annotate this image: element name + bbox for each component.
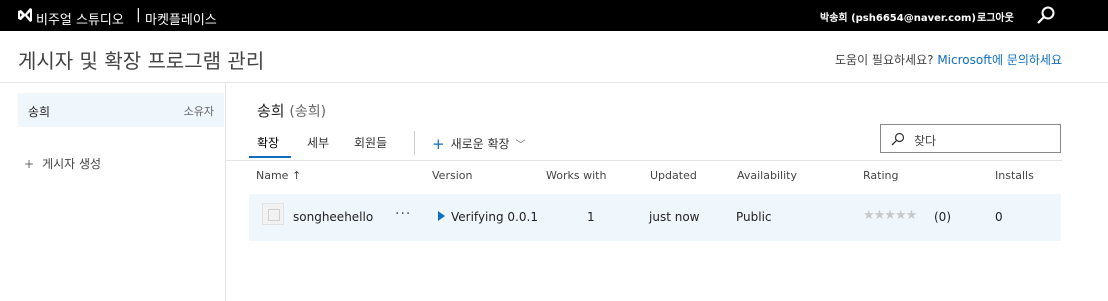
publisher-role: 소유자 <box>183 105 214 118</box>
tab-extensions[interactable]: 확장 <box>257 134 279 151</box>
extension-version[interactable]: Verifying 0.0.1 <box>438 210 538 224</box>
plus-icon: + <box>24 157 35 171</box>
version-label: Verifying 0.0.1 <box>451 210 538 224</box>
search-placeholder: 찾다 <box>914 134 937 148</box>
create-publisher-button[interactable]: + 게시자 생성 <box>24 155 101 172</box>
updated-time: just now <box>649 210 700 224</box>
new-extension-button[interactable]: + 새로운 확장 ﹀ <box>432 134 526 153</box>
tab-divider <box>414 131 415 155</box>
publisher-name: 송희 <box>28 105 51 119</box>
column-header-rating[interactable]: Rating <box>863 169 898 182</box>
column-header-updated[interactable]: Updated <box>650 169 697 182</box>
column-header-works-with[interactable]: Works with <box>546 169 606 182</box>
works-with-count: 1 <box>587 210 595 224</box>
chevron-down-icon: ﹀ <box>515 140 526 151</box>
brand-label[interactable]: 비주얼 스튜디오 <box>36 9 124 28</box>
extension-search-input[interactable]: 찾다 <box>880 124 1061 153</box>
publisher-heading: 송희 (송희) <box>257 100 326 121</box>
publisher-heading-id: (송희) <box>289 104 327 120</box>
more-options-icon[interactable]: ··· <box>395 206 411 222</box>
plus-icon: + <box>432 135 445 153</box>
contact-microsoft-link[interactable]: Microsoft에 문의하세요 <box>937 53 1062 67</box>
brand-separator: | <box>136 7 141 23</box>
new-extension-label: 새로운 확장 <box>450 137 510 151</box>
column-header-version[interactable]: Version <box>432 169 472 182</box>
rating-stars-icon: ★★★★★ <box>863 208 917 223</box>
visual-studio-logo-icon[interactable] <box>17 7 33 23</box>
rating-count: (0) <box>934 210 951 224</box>
top-bar: 비주얼 스튜디오 | 마켓플레이스 박송희 (psh6654@naver.com… <box>0 0 1108 31</box>
extension-name[interactable]: songheehello <box>293 210 373 224</box>
search-icon[interactable] <box>1036 5 1056 25</box>
column-header-name[interactable]: Name ↑ <box>256 169 301 182</box>
publisher-sidebar: 송희 소유자 + 게시자 생성 <box>0 83 226 301</box>
search-icon <box>891 132 905 146</box>
tab-details[interactable]: 세부 <box>307 134 329 151</box>
create-publisher-label: 게시자 생성 <box>42 157 102 171</box>
column-header-installs[interactable]: Installs <box>995 169 1034 182</box>
sidebar-item-publisher[interactable]: 송희 소유자 <box>18 93 224 127</box>
installs-count: 0 <box>995 210 1003 224</box>
play-icon <box>438 211 445 221</box>
table-row[interactable]: songheehello ··· Verifying 0.0.1 1 just … <box>249 194 1061 241</box>
column-header-availability[interactable]: Availability <box>737 169 797 182</box>
tab-members[interactable]: 회원들 <box>354 134 387 151</box>
active-tab-indicator <box>249 156 291 158</box>
user-account[interactable]: 박송희 (psh6654@naver.com) <box>820 9 976 24</box>
publisher-heading-name: 송희 <box>257 102 285 120</box>
help-prefix: 도움이 필요하세요? <box>835 53 938 67</box>
logout-link[interactable]: 로그아웃 <box>977 9 1014 24</box>
availability-status: Public <box>736 210 772 224</box>
extension-thumbnail-icon <box>262 203 284 225</box>
marketplace-link[interactable]: 마켓플레이스 <box>145 9 217 28</box>
page-title: 게시자 및 확장 프로그램 관리 <box>18 49 265 73</box>
help-text: 도움이 필요하세요? Microsoft에 문의하세요 <box>835 51 1062 68</box>
table-header-divider <box>226 160 1062 161</box>
